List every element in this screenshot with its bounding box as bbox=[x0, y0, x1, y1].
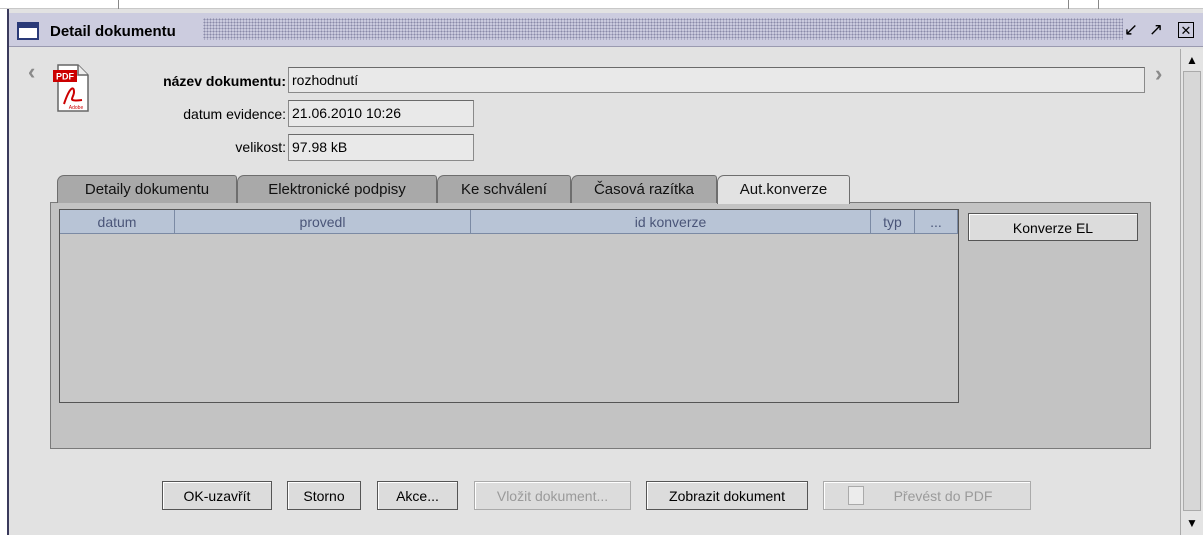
pdf-badge-text: PDF bbox=[56, 72, 75, 82]
scroll-up-icon[interactable]: ▲ bbox=[1181, 50, 1203, 70]
tab-approval[interactable]: Ke schválení bbox=[437, 175, 571, 203]
tab-electronic-signatures[interactable]: Elektronické podpisy bbox=[237, 175, 437, 203]
scroll-down-icon[interactable]: ▼ bbox=[1181, 513, 1203, 533]
conversion-table[interactable] bbox=[59, 209, 959, 403]
strip-mark bbox=[1068, 0, 1069, 9]
insert-document-button[interactable]: Vložit dokument... bbox=[474, 481, 631, 510]
top-strip bbox=[0, 0, 1203, 9]
maximize-icon[interactable]: ↗ bbox=[1146, 20, 1166, 40]
document-name-label: název dokumentu: bbox=[163, 73, 286, 89]
convert-to-pdf-button[interactable]: Převést do PDF bbox=[823, 481, 1031, 510]
convert-el-button[interactable]: Konverze EL bbox=[968, 213, 1138, 241]
record-date-field[interactable]: 21.06.2010 10:26 bbox=[288, 100, 474, 127]
minimize-icon[interactable]: ↙ bbox=[1121, 20, 1141, 40]
close-icon[interactable]: ✕ bbox=[1178, 22, 1194, 38]
strip-mark bbox=[1098, 0, 1099, 9]
window-title: Detail dokumentu bbox=[50, 23, 176, 40]
show-document-button[interactable]: Zobrazit dokument bbox=[646, 481, 808, 510]
strip-mark bbox=[118, 0, 119, 9]
record-date-label: datum evidence: bbox=[183, 106, 286, 122]
title-bar[interactable] bbox=[9, 13, 1203, 47]
actions-button[interactable]: Akce... bbox=[377, 481, 458, 510]
adobe-brand-text: Adobe bbox=[69, 105, 84, 111]
size-field[interactable]: 97.98 kB bbox=[288, 134, 474, 161]
ok-close-button[interactable]: OK-uzavřít bbox=[162, 481, 272, 510]
column-header-type[interactable]: typ bbox=[871, 210, 915, 234]
scrollbar-thumb[interactable] bbox=[1183, 71, 1201, 511]
cancel-button[interactable]: Storno bbox=[287, 481, 361, 510]
column-header-more[interactable]: ... bbox=[915, 210, 958, 234]
pdf-document-icon: PDF Adobe bbox=[53, 64, 89, 112]
tab-auto-conversion[interactable]: Aut.konverze bbox=[717, 175, 850, 204]
title-bar-pattern bbox=[203, 18, 1123, 40]
previous-document-icon[interactable]: ‹ bbox=[28, 59, 35, 85]
column-header-conversion-id[interactable]: id konverze bbox=[471, 210, 871, 234]
size-label: velikost: bbox=[235, 139, 286, 155]
convert-to-pdf-label: Převést do PDF bbox=[893, 488, 993, 504]
tab-timestamps[interactable]: Časová razítka bbox=[571, 175, 717, 203]
column-header-date[interactable]: datum bbox=[60, 210, 175, 234]
pdf-convert-icon bbox=[848, 486, 864, 505]
column-header-performed-by[interactable]: provedl bbox=[175, 210, 471, 234]
window-icon bbox=[17, 22, 39, 40]
tab-document-details[interactable]: Detaily dokumentu bbox=[57, 175, 237, 203]
next-document-icon[interactable]: › bbox=[1155, 61, 1162, 87]
document-name-field[interactable]: rozhodnutí bbox=[288, 67, 1145, 93]
